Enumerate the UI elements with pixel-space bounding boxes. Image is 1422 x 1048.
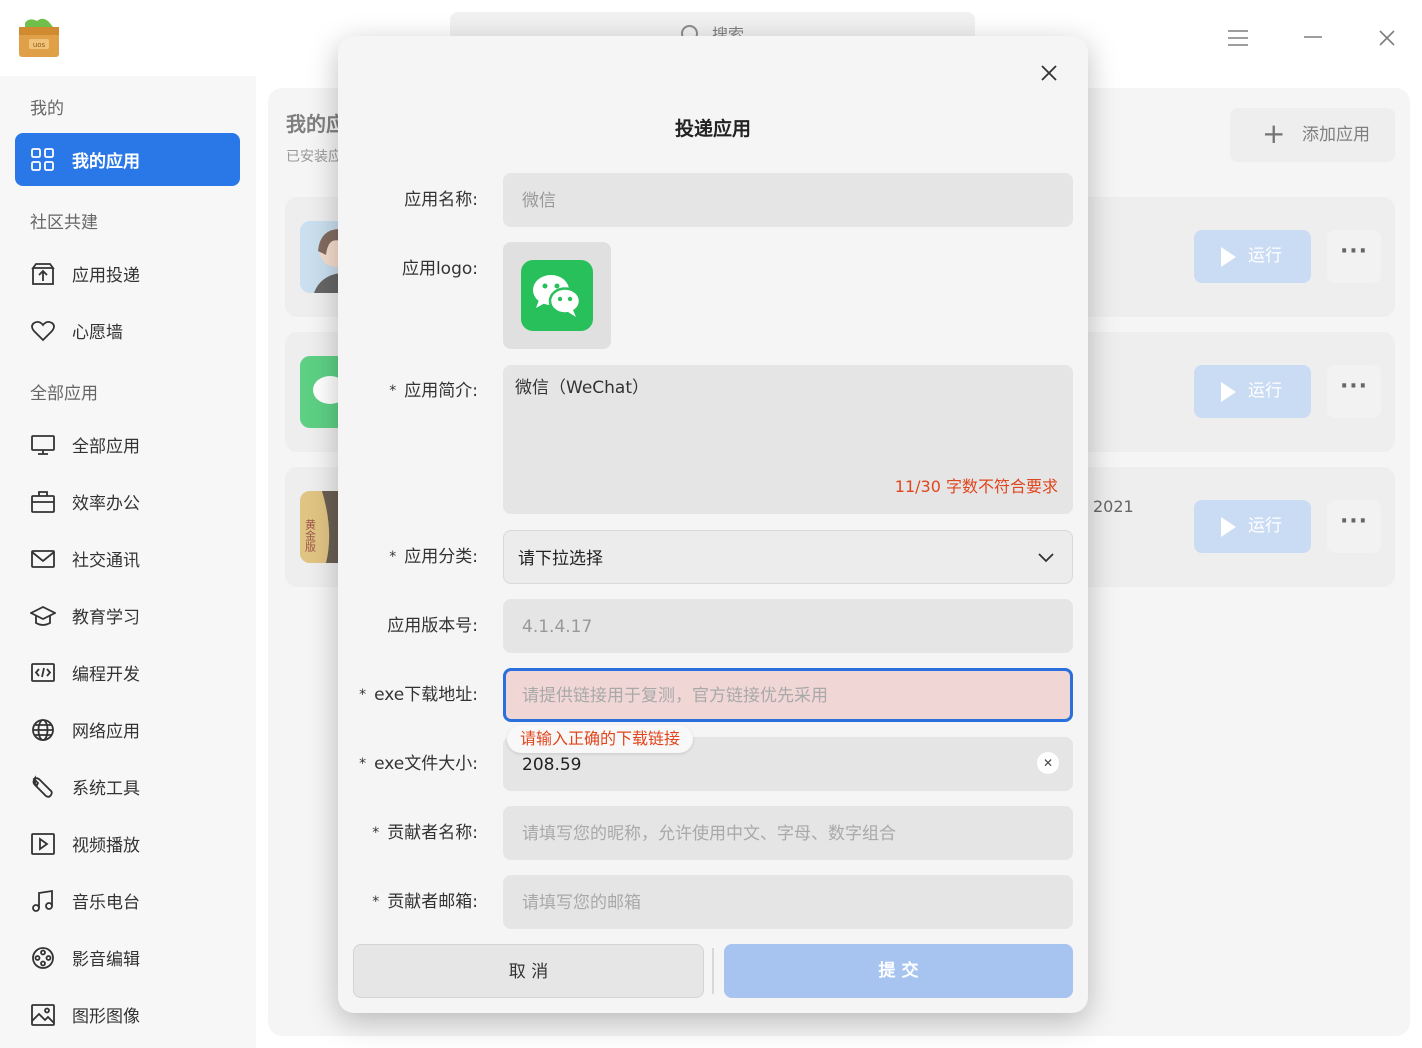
sidebar-item-video[interactable]: 视频播放 xyxy=(15,817,240,870)
app-logo-upload[interactable] xyxy=(503,242,611,349)
app-logo-label: 应用logo: xyxy=(401,259,478,279)
sidebar-item-music[interactable]: 音乐电台 xyxy=(15,874,240,927)
monitor-icon xyxy=(31,435,55,455)
required-mark: * xyxy=(359,687,367,703)
required-mark: * xyxy=(372,825,380,841)
app-intro-error: 11/30 字数不符合要求 xyxy=(894,477,1058,496)
sidebar-item-label: 社交通讯 xyxy=(72,551,140,571)
contributor-email-label: * 贡献者邮箱: xyxy=(372,892,478,912)
sidebar-section-mine: 我的 xyxy=(30,99,64,119)
wrench-icon xyxy=(32,775,53,798)
sidebar-item-all-apps[interactable]: 全部应用 xyxy=(15,418,240,471)
contributor-email-input[interactable]: 请填写您的邮箱 xyxy=(503,875,1073,929)
app-category-select[interactable]: 请下拉选择 xyxy=(503,530,1073,584)
exe-url-label: * exe下载地址: xyxy=(359,685,478,705)
sidebar-item-system-tools[interactable]: 系统工具 xyxy=(15,760,240,813)
close-icon[interactable] xyxy=(1038,62,1060,84)
sidebar-item-education[interactable]: 教育学习 xyxy=(15,589,240,642)
sidebar-item-label: 教育学习 xyxy=(72,608,140,628)
sidebar-item-label: 心愿墙 xyxy=(72,323,123,343)
clear-icon[interactable]: ✕ xyxy=(1037,752,1059,774)
sidebar-item-av-edit[interactable]: 影音编辑 xyxy=(15,931,240,984)
sidebar: 我的 我的应用 社区共建 应用投递 心愿墙 全部应用 全部应用 效率办公 社交通… xyxy=(0,76,256,1048)
exe-url-input[interactable]: 请提供链接用于复测，官方链接优先采用 xyxy=(503,668,1073,722)
sidebar-item-label: 全部应用 xyxy=(72,437,140,457)
upload-box-icon xyxy=(31,263,55,285)
sidebar-section-all: 全部应用 xyxy=(30,384,98,404)
dialog-title: 投递应用 xyxy=(674,118,751,140)
app-name-field: 微信 xyxy=(503,173,1073,227)
required-mark: * xyxy=(389,383,397,399)
sidebar-item-network[interactable]: 网络应用 xyxy=(15,703,240,756)
music-note-icon xyxy=(32,889,53,912)
app-version-field: 4.1.4.17 xyxy=(503,599,1073,653)
contributor-name-label: * 贡献者名称: xyxy=(372,823,478,843)
app-intro-textarea[interactable]: 微信（WeChat） 11/30 字数不符合要求 xyxy=(503,365,1073,514)
button-divider xyxy=(712,948,714,994)
sidebar-item-label: 应用投递 xyxy=(72,266,140,286)
sidebar-section-community: 社区共建 xyxy=(30,213,98,233)
sidebar-item-app-submit[interactable]: 应用投递 xyxy=(15,247,240,300)
required-mark: * xyxy=(372,894,380,910)
heart-icon xyxy=(31,320,55,342)
sidebar-item-label: 效率办公 xyxy=(72,494,140,514)
sidebar-item-label: 视频播放 xyxy=(72,836,140,856)
svg-text:uos: uos xyxy=(33,41,46,49)
play-box-icon xyxy=(31,833,55,855)
sidebar-item-office[interactable]: 效率办公 xyxy=(15,475,240,528)
sidebar-item-programming[interactable]: 编程开发 xyxy=(15,646,240,699)
grid-icon xyxy=(31,148,54,171)
app-intro-value: 微信（WeChat） xyxy=(515,378,649,398)
sidebar-item-label: 我的应用 xyxy=(72,152,140,172)
sidebar-item-my-apps[interactable]: 我的应用 xyxy=(15,133,240,186)
mail-icon xyxy=(31,550,55,568)
app-intro-label: * 应用简介: xyxy=(389,381,478,401)
exe-size-label: * exe文件大小: xyxy=(359,754,478,774)
briefcase-icon xyxy=(31,491,55,513)
sidebar-item-label: 编程开发 xyxy=(72,665,140,685)
sidebar-item-label: 影音编辑 xyxy=(72,950,140,970)
submit-app-dialog: 投递应用 应用名称: 微信 应用logo: * 应用简介: 微信（WeChat） … xyxy=(338,36,1088,1013)
sidebar-item-wishlist[interactable]: 心愿墙 xyxy=(15,304,240,357)
exe-size-value: 208.59 xyxy=(522,755,582,775)
graduation-cap-icon xyxy=(30,605,56,626)
app-category-label: * 应用分类: xyxy=(389,547,478,567)
sidebar-item-social[interactable]: 社交通讯 xyxy=(15,532,240,585)
contributor-name-input[interactable]: 请填写您的昵称，允许使用中文、字母、数字组合 xyxy=(503,806,1073,860)
film-reel-icon xyxy=(32,947,54,969)
image-icon xyxy=(31,1004,55,1026)
sidebar-item-label: 图形图像 xyxy=(72,1007,140,1027)
app-version-label: 应用版本号: xyxy=(387,616,478,636)
app-name-label: 应用名称: xyxy=(404,190,478,210)
cancel-button[interactable]: 取 消 xyxy=(353,944,704,998)
app-store-logo-icon: uos xyxy=(19,18,59,57)
sidebar-item-label: 网络应用 xyxy=(72,722,140,742)
globe-icon xyxy=(32,719,54,741)
sidebar-item-graphics[interactable]: 图形图像 xyxy=(15,988,240,1041)
chevron-down-icon xyxy=(1038,553,1054,563)
submit-button[interactable]: 提 交 xyxy=(724,944,1073,998)
exe-url-error-tooltip: 请输入正确的下载链接 xyxy=(507,725,694,753)
sidebar-item-label: 音乐电台 xyxy=(72,893,140,913)
wechat-logo-icon xyxy=(521,260,593,331)
app-category-value: 请下拉选择 xyxy=(518,549,603,569)
sidebar-item-label: 系统工具 xyxy=(72,779,140,799)
code-icon xyxy=(31,663,55,682)
required-mark: * xyxy=(359,756,367,772)
required-mark: * xyxy=(389,549,397,565)
